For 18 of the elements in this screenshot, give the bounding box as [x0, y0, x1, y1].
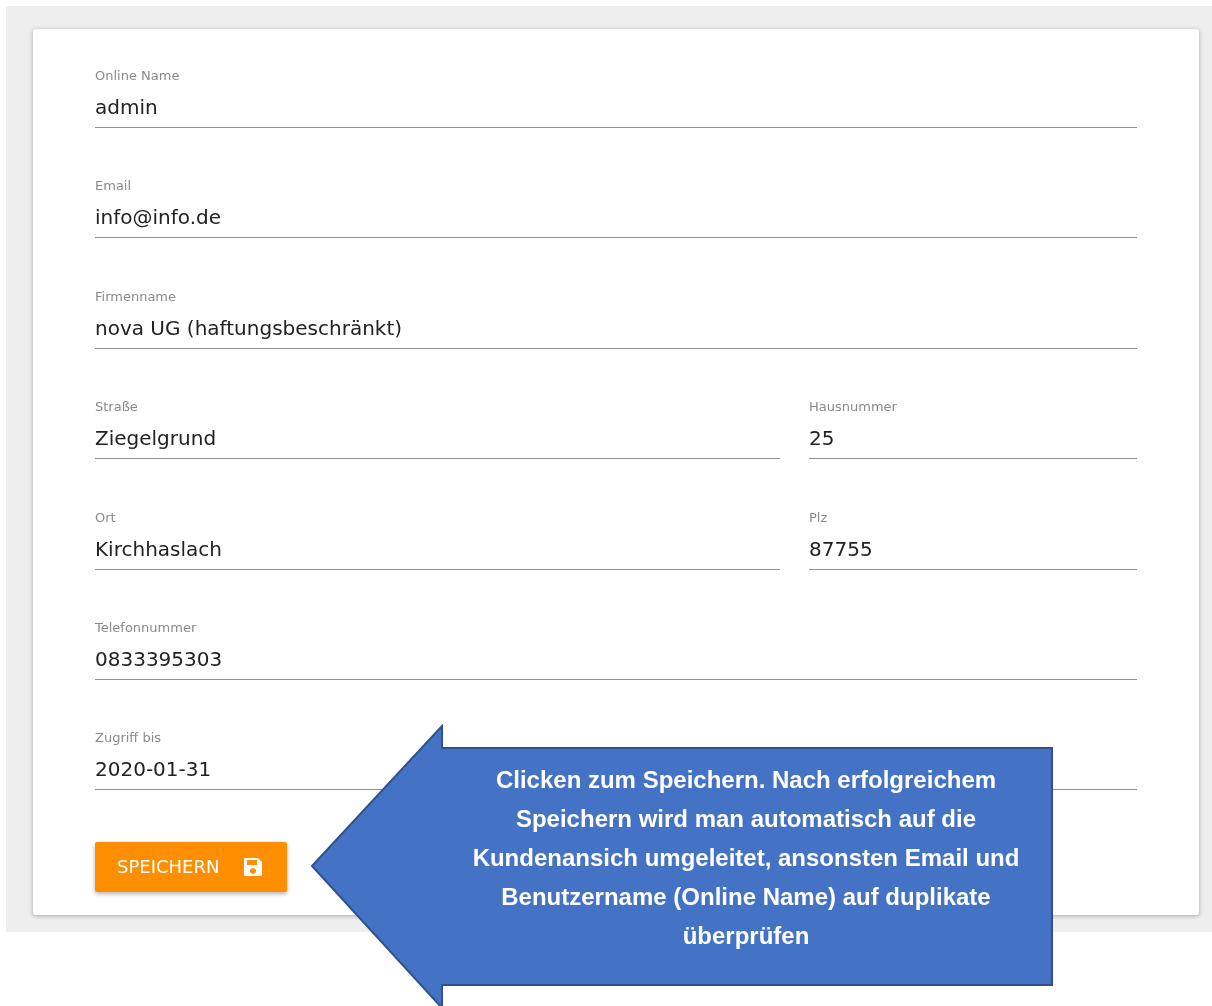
input-field[interactable]: info@info.de [95, 195, 1137, 239]
field-label: Email [95, 177, 133, 196]
field-label: Hausnummer [809, 398, 898, 417]
input-field[interactable]: admin [95, 85, 1137, 128]
callout-tooltip: Clicken zum Speichern. Nach erfolgreichem Speichern wird man automatisch auf die Kundenansich umgeleitet, ansonsten Email und Benutzername (Online Name) auf duplikate überprüfen [310, 724, 1056, 1006]
field-label: Straße [95, 398, 139, 417]
field-label: Firmenname [95, 287, 178, 306]
field-label: Plz [809, 508, 829, 527]
field-label: Telefonnummer [95, 618, 198, 637]
input-field[interactable]: 87755 [809, 526, 1137, 570]
input-field[interactable]: 25 [809, 416, 1137, 460]
input-field[interactable]: nova UG (haftungsbeschränkt) [95, 305, 1137, 349]
field-label: Zugriff bis [95, 729, 163, 748]
input-field[interactable]: Kirchhaslach [95, 526, 780, 570]
input-field[interactable]: Ziegelgrund [95, 416, 780, 460]
field-label: Online Name [95, 67, 181, 85]
field-label: Ort [95, 508, 117, 527]
input-field[interactable]: 0833395303 [95, 636, 1137, 680]
